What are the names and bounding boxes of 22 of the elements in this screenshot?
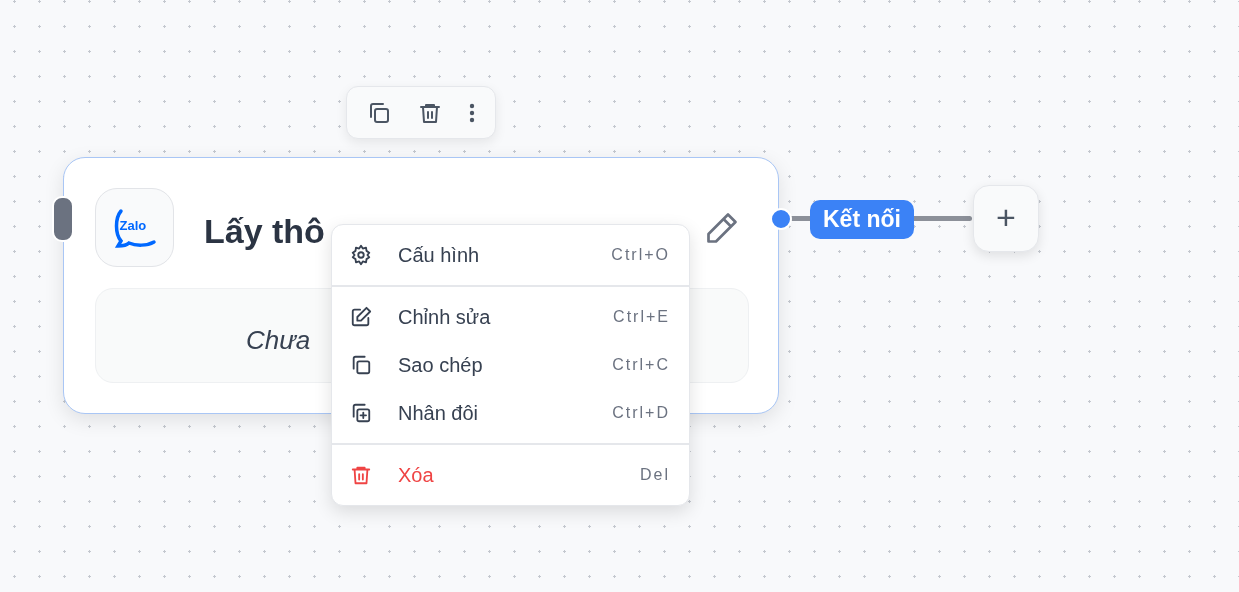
logo-text: Zalo bbox=[119, 218, 147, 232]
output-handle[interactable] bbox=[770, 208, 792, 230]
placeholder-text: Chưa bbox=[246, 324, 311, 357]
edit-icon bbox=[350, 306, 372, 328]
add-button[interactable]: + bbox=[973, 185, 1039, 252]
chat-bubble-icon bbox=[112, 207, 157, 248]
input-handle[interactable] bbox=[52, 196, 74, 242]
copy-icon bbox=[350, 354, 372, 376]
shortcut-text: Ctrl+C bbox=[612, 355, 670, 375]
trash-icon bbox=[350, 464, 372, 486]
settings-icon bbox=[350, 244, 372, 266]
pencil-icon[interactable] bbox=[704, 210, 740, 246]
menu-item[interactable]: Chỉnh sửa Ctrl+E bbox=[332, 293, 689, 341]
node-title: Lấy thô bbox=[204, 211, 325, 252]
menu-item[interactable]: Cấu hình Ctrl+O bbox=[332, 231, 689, 279]
shortcut-text: Ctrl+E bbox=[613, 307, 670, 327]
shortcut-text: Ctrl+O bbox=[611, 245, 670, 265]
shortcut-text: Del bbox=[640, 465, 670, 485]
menu-item[interactable]: Sao chép Ctrl+C bbox=[332, 341, 689, 389]
connection-label: Kết nối bbox=[810, 200, 914, 239]
duplicate-icon bbox=[350, 402, 372, 424]
menu-item[interactable]: Xóa Del bbox=[332, 451, 689, 499]
